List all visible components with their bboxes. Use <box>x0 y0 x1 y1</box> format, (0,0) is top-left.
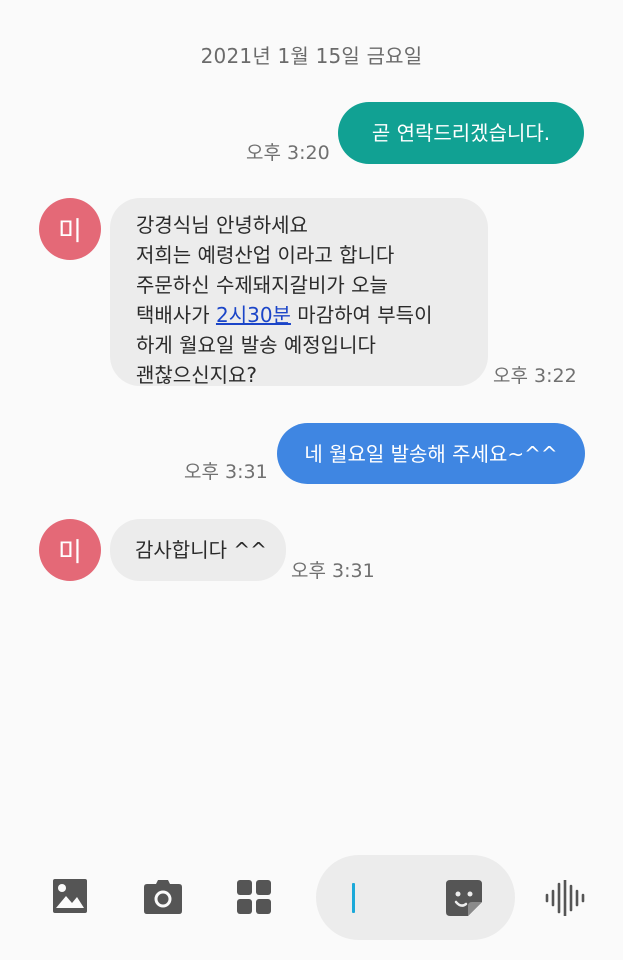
timestamp: 오후 3:20 <box>246 142 330 164</box>
avatar-initial: 미 <box>58 537 82 568</box>
message-text: 곧 연락드리겠습니다. <box>371 121 551 145</box>
timestamp: 오후 3:22 <box>493 365 577 387</box>
timestamp: 오후 3:31 <box>291 560 375 582</box>
bottom-toolbar <box>0 850 623 960</box>
sticker-icon <box>446 880 482 916</box>
message-text-before-link: 택배사가 <box>136 303 216 327</box>
gallery-icon <box>53 879 87 913</box>
message-line: 하게 월요일 발송 예정입니다 <box>136 333 376 357</box>
contact-avatar[interactable]: 미 <box>39 198 101 260</box>
incoming-message-bubble[interactable]: 강경식님 안녕하세요 저희는 예령산업 이라고 합니다 주문하신 수제돼지갈비가… <box>110 198 488 387</box>
outgoing-message-bubble[interactable]: 곧 연락드리겠습니다. <box>338 102 584 164</box>
message-line: 괜찮으신지요? <box>136 363 258 387</box>
message-line: 주문하신 수제돼지갈비가 오늘 <box>136 273 388 297</box>
apps-button[interactable] <box>237 880 271 918</box>
time-link[interactable]: 2시30분 <box>216 303 291 327</box>
message-text: 감사합니다 ^^ <box>135 538 267 562</box>
message-line: 저희는 예령산업 이라고 합니다 <box>136 243 395 267</box>
message-line: 택배사가 2시30분 마감하여 부득이 <box>136 300 466 330</box>
text-cursor <box>352 883 355 913</box>
sticker-button[interactable] <box>446 880 482 920</box>
gallery-button[interactable] <box>52 878 88 918</box>
timestamp: 오후 3:31 <box>184 461 268 483</box>
date-header: 2021년 1월 15일 금요일 <box>200 44 423 68</box>
voice-button[interactable] <box>545 878 585 920</box>
message-input[interactable] <box>316 855 515 940</box>
avatar-initial: 미 <box>58 216 82 247</box>
incoming-message-bubble[interactable]: 감사합니다 ^^ <box>110 519 286 581</box>
outgoing-message-bubble[interactable]: 네 월요일 발송해 주세요~^^ <box>277 423 585 484</box>
camera-icon <box>144 880 182 914</box>
message-line: 강경식님 안녕하세요 <box>136 213 308 237</box>
contact-avatar[interactable]: 미 <box>39 519 101 581</box>
apps-icon <box>237 880 271 914</box>
message-text-after-link: 마감하여 부득이 <box>290 303 433 327</box>
message-text: 네 월요일 발송해 주세요~^^ <box>304 441 558 466</box>
camera-button[interactable] <box>144 880 182 918</box>
voice-icon <box>545 878 585 918</box>
